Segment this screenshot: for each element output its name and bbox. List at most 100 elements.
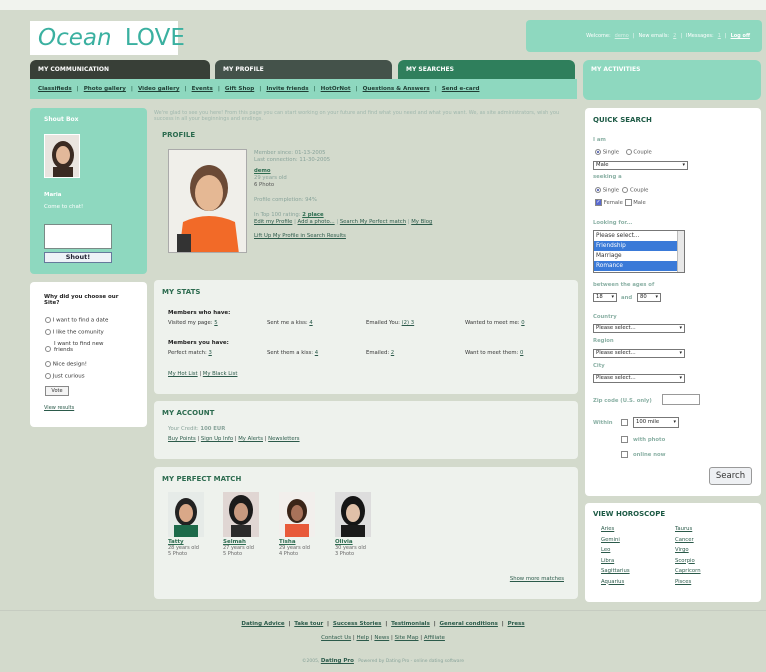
tab-my-searches[interactable]: MY SEARCHES: [398, 60, 575, 79]
looking-option[interactable]: Marriage: [594, 251, 684, 261]
poll-radio[interactable]: [45, 317, 51, 323]
looking-option[interactable]: Please select...: [594, 231, 684, 241]
single-radio[interactable]: [595, 149, 601, 155]
poll-radio[interactable]: [45, 373, 51, 379]
buy-points-link[interactable]: Buy Points: [168, 436, 196, 442]
region-select[interactable]: Please select...: [593, 349, 685, 358]
horoscope-sign-link[interactable]: Cancer: [675, 535, 701, 546]
shout-user-name[interactable]: Maria: [44, 192, 62, 198]
my-alerts-link[interactable]: My Alerts: [238, 436, 263, 442]
poll-option[interactable]: Nice design!: [45, 361, 114, 373]
search-button[interactable]: Search: [709, 467, 752, 485]
brand-link[interactable]: Dating Pro: [321, 658, 354, 664]
poll-radio[interactable]: [45, 361, 51, 367]
subnav-photo-gallery[interactable]: Photo gallery: [84, 86, 126, 92]
lift-up-profile-link[interactable]: Lift Up My Profile in Search Results: [254, 233, 434, 240]
horoscope-sign-link[interactable]: Libra: [601, 556, 630, 567]
footer-link[interactable]: Success Stories: [333, 621, 382, 627]
horoscope-sign-link[interactable]: Taurus: [675, 524, 701, 535]
online-now-checkbox[interactable]: [621, 451, 628, 458]
footer-link[interactable]: Dating Advice: [241, 621, 284, 627]
horoscope-sign-link[interactable]: Aries: [601, 524, 630, 535]
horoscope-sign-link[interactable]: Scorpio: [675, 556, 701, 567]
footer-link[interactable]: Contact Us: [321, 635, 351, 641]
search-perfect-match-link[interactable]: Search My Perfect match: [340, 219, 406, 225]
site-logo[interactable]: Ocean LOVE: [30, 21, 185, 55]
looking-option[interactable]: Romance: [594, 261, 684, 271]
stat-link[interactable]: 5: [214, 320, 217, 326]
subnav-hotornot[interactable]: HotOrNot: [321, 86, 351, 92]
stat-link[interactable]: 4: [315, 350, 318, 356]
poll-option[interactable]: Just curious: [45, 373, 114, 385]
avatar[interactable]: [44, 134, 80, 178]
male-checkbox[interactable]: [624, 199, 632, 206]
match-card[interactable]: Tatty 28 years old 5 Photo: [168, 492, 204, 557]
stat-link[interactable]: (2) 3: [402, 320, 415, 326]
distance-select[interactable]: 100 mile: [633, 417, 679, 428]
sign-up-info-link[interactable]: Sign Up Info: [201, 436, 233, 442]
profile-username[interactable]: demo: [254, 168, 434, 175]
subnav-questions-answers[interactable]: Questions & Answers: [363, 86, 430, 92]
hot-list-link[interactable]: My Hot List: [168, 371, 198, 377]
age-from-select[interactable]: 18: [593, 293, 617, 302]
stat-link[interactable]: 2: [391, 350, 394, 356]
newsletters-link[interactable]: Newsletters: [268, 436, 299, 442]
username-link[interactable]: demo: [615, 33, 629, 39]
stat-link[interactable]: 4: [309, 320, 312, 326]
new-emails-count[interactable]: 2: [673, 33, 676, 39]
poll-option[interactable]: I want to find new friends: [45, 341, 114, 361]
tab-my-profile[interactable]: MY PROFILE: [215, 60, 392, 79]
match-card[interactable]: Selmah 27 years old 5 Photo: [223, 492, 259, 557]
profile-photo[interactable]: [168, 149, 247, 253]
age-to-select[interactable]: 80: [637, 293, 661, 302]
poll-radio[interactable]: [45, 346, 51, 352]
horoscope-sign-link[interactable]: Pisces: [675, 577, 701, 588]
shout-button[interactable]: Shout!: [44, 252, 112, 263]
vote-button[interactable]: Vote: [45, 386, 69, 396]
match-photo[interactable]: [223, 492, 259, 537]
listbox-scrollbar[interactable]: [677, 231, 684, 272]
horoscope-sign-link[interactable]: Leo: [601, 545, 630, 556]
footer-link[interactable]: Help: [356, 635, 369, 641]
horoscope-sign-link[interactable]: Gemini: [601, 535, 630, 546]
subnav-events[interactable]: Events: [192, 86, 213, 92]
edit-profile-link[interactable]: Edit my Profile: [254, 219, 292, 225]
black-list-link[interactable]: My Black List: [203, 371, 238, 377]
my-blog-link[interactable]: My Blog: [411, 219, 432, 225]
top-rating-link[interactable]: 2 place: [302, 212, 323, 218]
footer-link[interactable]: Testimonials: [391, 621, 430, 627]
footer-link[interactable]: Site Map: [395, 635, 419, 641]
match-photo[interactable]: [335, 492, 371, 537]
female-checkbox[interactable]: ✓: [595, 199, 602, 206]
horoscope-sign-link[interactable]: Virgo: [675, 545, 701, 556]
footer-link[interactable]: Take tour: [294, 621, 323, 627]
subnav-classifieds[interactable]: Classifieds: [38, 86, 72, 92]
footer-link[interactable]: News: [374, 635, 389, 641]
stat-link[interactable]: 0: [520, 350, 523, 356]
with-photo-checkbox[interactable]: [621, 436, 628, 443]
logout-link[interactable]: Log off: [731, 33, 750, 39]
shout-input[interactable]: [44, 224, 112, 249]
footer-link[interactable]: Affiliate: [424, 635, 445, 641]
footer-link[interactable]: Press: [508, 621, 525, 627]
match-card[interactable]: Olivia 30 years old 3 Photo: [335, 492, 371, 557]
match-card[interactable]: Tisha 29 years old 4 Photo: [279, 492, 315, 557]
zip-input[interactable]: [662, 394, 700, 405]
poll-option[interactable]: I want to find a date: [45, 317, 114, 329]
gender-select[interactable]: Male: [593, 161, 688, 170]
match-photo[interactable]: [279, 492, 315, 537]
seeking-single-radio[interactable]: [595, 187, 601, 193]
looking-for-listbox[interactable]: Please select... Friendship Marriage Rom…: [593, 230, 685, 273]
match-photo[interactable]: [168, 492, 204, 537]
poll-radio[interactable]: [45, 329, 51, 335]
subnav-gift-shop[interactable]: Gift Shop: [225, 86, 254, 92]
subnav-video-gallery[interactable]: Video gallery: [138, 86, 180, 92]
poll-option[interactable]: I like the comunity: [45, 329, 114, 341]
subnav-invite-friends[interactable]: Invite friends: [266, 86, 308, 92]
country-select[interactable]: Please select...: [593, 324, 685, 333]
show-more-matches-link[interactable]: Show more matches: [510, 576, 564, 582]
couple-radio[interactable]: [625, 149, 632, 155]
messages-count[interactable]: 1: [718, 33, 721, 39]
seeking-couple-radio[interactable]: [622, 187, 629, 193]
tab-my-communication[interactable]: MY COMMUNICATION: [30, 60, 210, 79]
